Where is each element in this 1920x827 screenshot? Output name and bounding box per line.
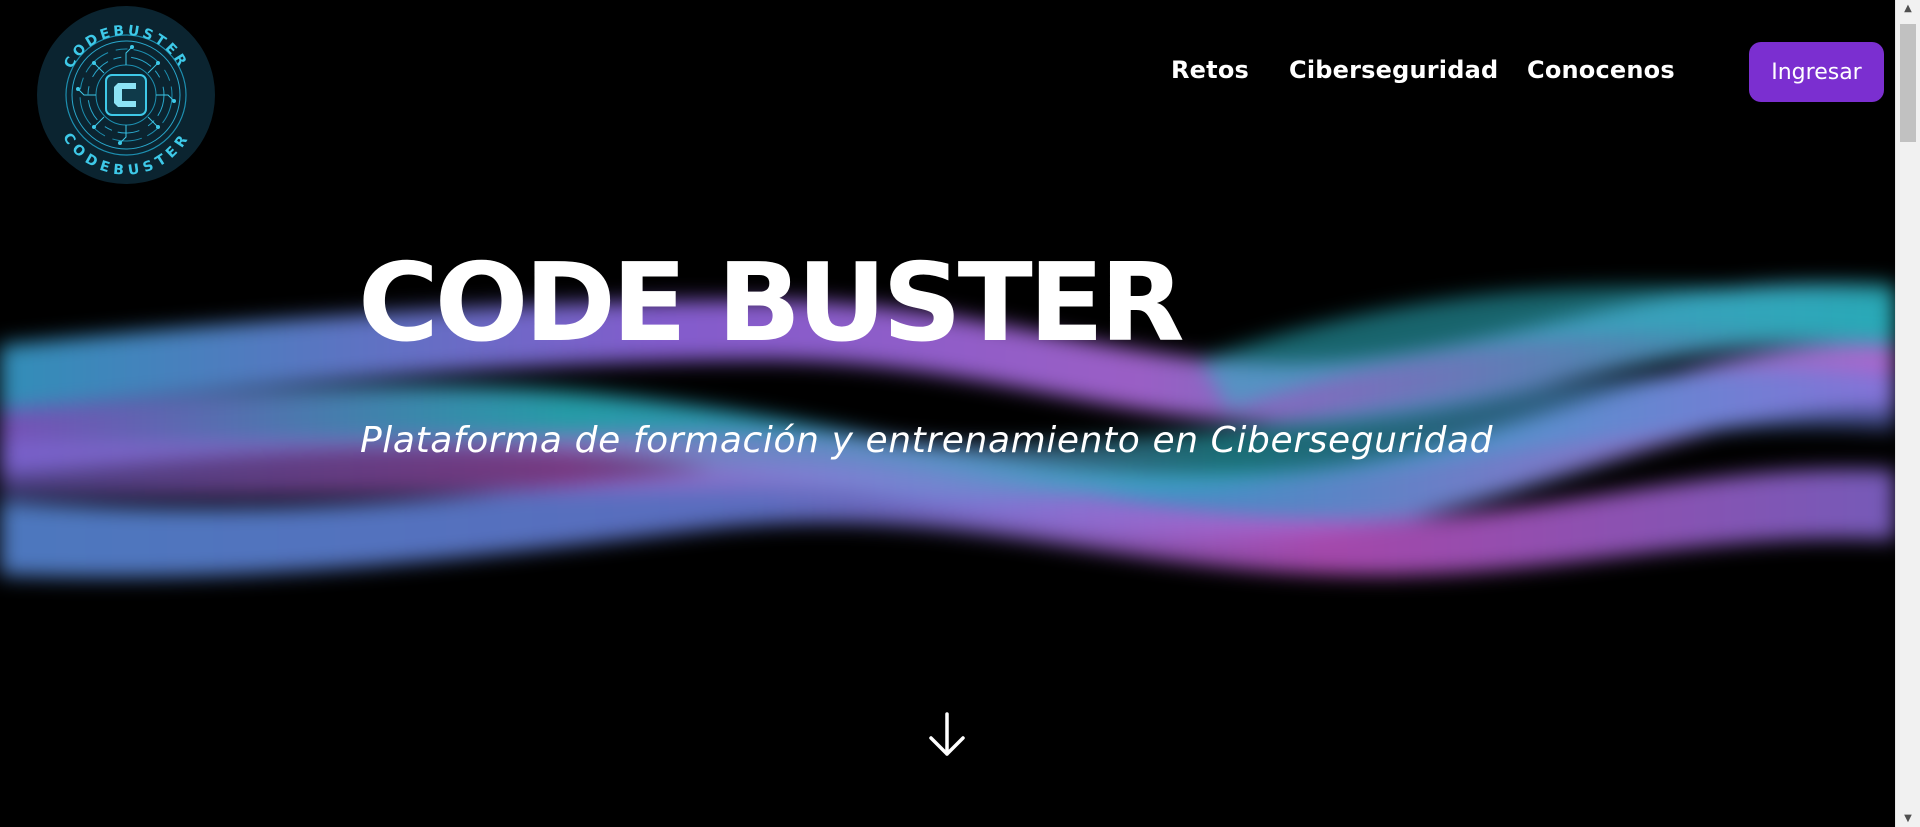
top-nav: Retos Ciberseguridad Conocenos Ingresar — [0, 42, 1895, 102]
viewport: CODEBUSTER CODEBUSTER Retos Cibersegurid… — [0, 0, 1895, 827]
hero-title: CODE BUSTER — [358, 241, 1185, 366]
nav-link-retos[interactable]: Retos — [1171, 56, 1249, 84]
scrollbar-thumb[interactable] — [1900, 24, 1916, 142]
arrow-down-icon[interactable] — [925, 710, 969, 760]
page-scrollbar[interactable]: ▲ ▼ — [1895, 0, 1920, 827]
scroll-up-arrow-icon[interactable]: ▲ — [1896, 0, 1920, 17]
scroll-down-arrow-icon[interactable]: ▼ — [1896, 810, 1920, 827]
wave-background — [0, 282, 1895, 578]
page: CODEBUSTER CODEBUSTER Retos Cibersegurid… — [0, 0, 1920, 827]
login-button[interactable]: Ingresar — [1749, 42, 1884, 102]
nav-link-conocenos[interactable]: Conocenos — [1527, 56, 1675, 84]
hero-subtitle: Plataforma de formación y entrenamiento … — [360, 420, 1494, 461]
nav-link-ciberseguridad[interactable]: Ciberseguridad — [1289, 56, 1498, 84]
